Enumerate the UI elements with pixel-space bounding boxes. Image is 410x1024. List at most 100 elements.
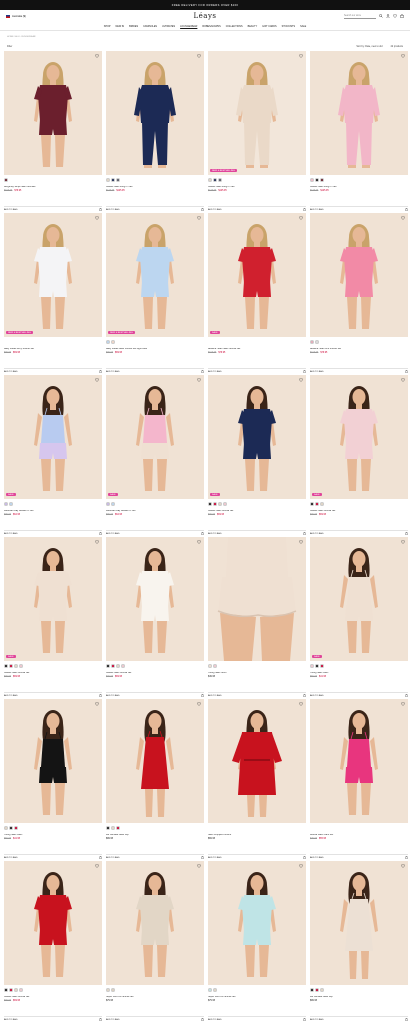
color-swatch[interactable]	[14, 664, 18, 668]
color-swatch[interactable]	[320, 664, 324, 668]
add-to-bag-button[interactable]: ADD TO BAG	[208, 1016, 306, 1023]
search-icon[interactable]	[379, 14, 383, 18]
wishlist-heart-icon[interactable]	[197, 540, 201, 544]
color-swatch[interactable]	[116, 826, 120, 830]
product-image[interactable]	[310, 51, 408, 175]
product-card[interactable]: Super Soft Knit Shortie Set $79.95 ADD TO …	[106, 861, 204, 1023]
color-swatch[interactable]	[4, 178, 8, 182]
add-to-bag-button[interactable]: ADD TO BAG	[106, 206, 204, 213]
product-name[interactable]: Super Soft Knit Shortie Set	[106, 996, 204, 999]
wishlist-heart-icon[interactable]	[401, 378, 405, 382]
color-swatch[interactable]	[111, 340, 115, 344]
add-to-bag-button[interactable]: ADD TO BAG	[310, 368, 408, 375]
color-swatch[interactable]	[223, 502, 227, 506]
color-swatch[interactable]	[310, 340, 314, 344]
product-card[interactable]: Classic Satin Shortie Set $99.95 $69.95 ADD…	[4, 861, 102, 1023]
wishlist-heart-icon[interactable]	[299, 378, 303, 382]
product-name[interactable]: Classic Satin Shortie Set	[310, 510, 408, 513]
product-card[interactable]: SALE Lavender Day Blouse PJ Set $89.95 $62.…	[4, 375, 102, 537]
product-name[interactable]: Bestline Heart Satin Shortie Set	[208, 348, 306, 351]
product-image[interactable]	[106, 699, 204, 823]
add-to-bag-button[interactable]: ADD TO BAG	[4, 206, 102, 213]
wishlist-heart-icon[interactable]	[95, 216, 99, 220]
product-card[interactable]: Deluxe Satin Cami Set $79.95 $55.95 ADD TO …	[310, 699, 408, 861]
add-to-bag-button[interactable]: ADD TO BAG	[106, 368, 204, 375]
product-name[interactable]: Mo Ultimate Satin Slip	[106, 834, 204, 837]
product-name[interactable]: Super Soft Knit Shortie Set	[208, 996, 306, 999]
color-swatch[interactable]	[106, 988, 110, 992]
wishlist-heart-icon[interactable]	[401, 864, 405, 868]
color-swatch[interactable]	[9, 826, 13, 830]
product-card[interactable]: NEW & BESTSELLING Classic Satin Long PJ S…	[208, 51, 306, 213]
product-name[interactable]: Baby Pastel Ivory Shortie Set	[4, 348, 102, 351]
color-swatch[interactable]	[320, 502, 324, 506]
product-card[interactable]: Burgundy Stripe Satin Shorties $109.95 $76…	[4, 51, 102, 213]
product-card[interactable]: SALE Young Satin Cami $59.95 $41.95 ADD TO B…	[310, 537, 408, 699]
product-image[interactable]	[310, 213, 408, 337]
color-swatch[interactable]	[9, 988, 13, 992]
wishlist-heart-icon[interactable]	[299, 540, 303, 544]
wishlist-heart-icon[interactable]	[95, 702, 99, 706]
add-to-bag-button[interactable]: ADD TO BAG	[4, 692, 102, 699]
color-swatch[interactable]	[9, 664, 13, 668]
color-swatch[interactable]	[213, 988, 217, 992]
wishlist-heart-icon[interactable]	[299, 216, 303, 220]
wishlist-heart-icon[interactable]	[95, 540, 99, 544]
product-image[interactable]: SALE	[4, 375, 102, 499]
color-swatch[interactable]	[208, 664, 212, 668]
add-to-bag-button[interactable]: ADD TO BAG	[106, 692, 204, 699]
color-swatch[interactable]	[310, 178, 314, 182]
product-name[interactable]: Classic Satin Shortie Set	[4, 996, 102, 999]
product-name[interactable]: Classic Satin Shortie Set	[106, 672, 204, 675]
nav-item-camisoles[interactable]: CAMISOLES	[143, 25, 157, 28]
product-name[interactable]: Lavender Day Blouse PJ Set	[106, 510, 204, 513]
product-image[interactable]	[208, 537, 306, 661]
add-to-bag-button[interactable]: ADD TO BAG	[106, 1016, 204, 1023]
product-image[interactable]	[4, 51, 102, 175]
breadcrumb[interactable]: HOME / ALL LOUNGEWEAR	[0, 31, 410, 42]
color-swatch[interactable]	[315, 664, 319, 668]
wishlist-heart-icon[interactable]	[299, 864, 303, 868]
nav-item-ultimates[interactable]: ULTIMATES	[162, 25, 175, 28]
nav-item-brides[interactable]: BRIDES	[129, 25, 138, 28]
add-to-bag-button[interactable]: ADD TO BAG	[310, 206, 408, 213]
color-swatch[interactable]	[208, 502, 212, 506]
add-to-bag-button[interactable]: ADD TO BAG	[4, 1016, 102, 1023]
wishlist-heart-icon[interactable]	[197, 702, 201, 706]
color-swatch[interactable]	[4, 502, 8, 506]
add-to-bag-button[interactable]: ADD TO BAG	[106, 530, 204, 537]
product-image[interactable]	[4, 861, 102, 985]
wishlist-heart-icon[interactable]	[95, 378, 99, 382]
color-swatch[interactable]	[208, 178, 212, 182]
add-to-bag-button[interactable]: ADD TO BAG	[208, 206, 306, 213]
color-swatch[interactable]	[315, 988, 319, 992]
product-name[interactable]: Burgundy Stripe Satin Shorties	[4, 186, 102, 189]
product-card[interactable]: Young Satin Cami $59.95 $41.95 ADD TO BAG	[4, 699, 102, 861]
color-swatch[interactable]	[218, 502, 222, 506]
product-name[interactable]: Classic Satin Long PJ Set	[208, 186, 306, 189]
color-swatch[interactable]	[111, 826, 115, 830]
product-image[interactable]	[208, 861, 306, 985]
product-card[interactable]: Satin Cropped Kimono $69.95 ADD TO BAG	[208, 699, 306, 861]
color-swatch[interactable]	[213, 664, 217, 668]
product-image[interactable]: SALE	[310, 375, 408, 499]
nav-item-robes-gowns[interactable]: ROBES/GOWNS	[202, 25, 220, 28]
add-to-bag-button[interactable]: ADD TO BAG	[208, 854, 306, 861]
product-card[interactable]: Mo Ultimate Satin Slip $99.95 ADD TO BAG	[106, 699, 204, 861]
color-swatch[interactable]	[4, 988, 8, 992]
wishlist-heart-icon[interactable]	[197, 864, 201, 868]
color-swatch[interactable]	[116, 664, 120, 668]
wishlist-heart-icon[interactable]	[299, 54, 303, 58]
product-image[interactable]: SALE	[208, 375, 306, 499]
product-name[interactable]: Classic Satin Long PJ Set	[310, 186, 408, 189]
product-image[interactable]	[208, 699, 306, 823]
color-swatch[interactable]	[310, 664, 314, 668]
product-image[interactable]: NEW & BESTSELLING	[4, 213, 102, 337]
nav-item-sale[interactable]: SALE	[300, 25, 306, 28]
product-card[interactable]: SALE Classic Satin Shortie Set $99.95 $69.9…	[310, 375, 408, 537]
color-swatch[interactable]	[116, 178, 120, 182]
product-image[interactable]: NEW & BESTSELLING	[106, 213, 204, 337]
product-image[interactable]	[106, 537, 204, 661]
color-swatch[interactable]	[111, 664, 115, 668]
add-to-bag-button[interactable]: ADD TO BAG	[310, 530, 408, 537]
